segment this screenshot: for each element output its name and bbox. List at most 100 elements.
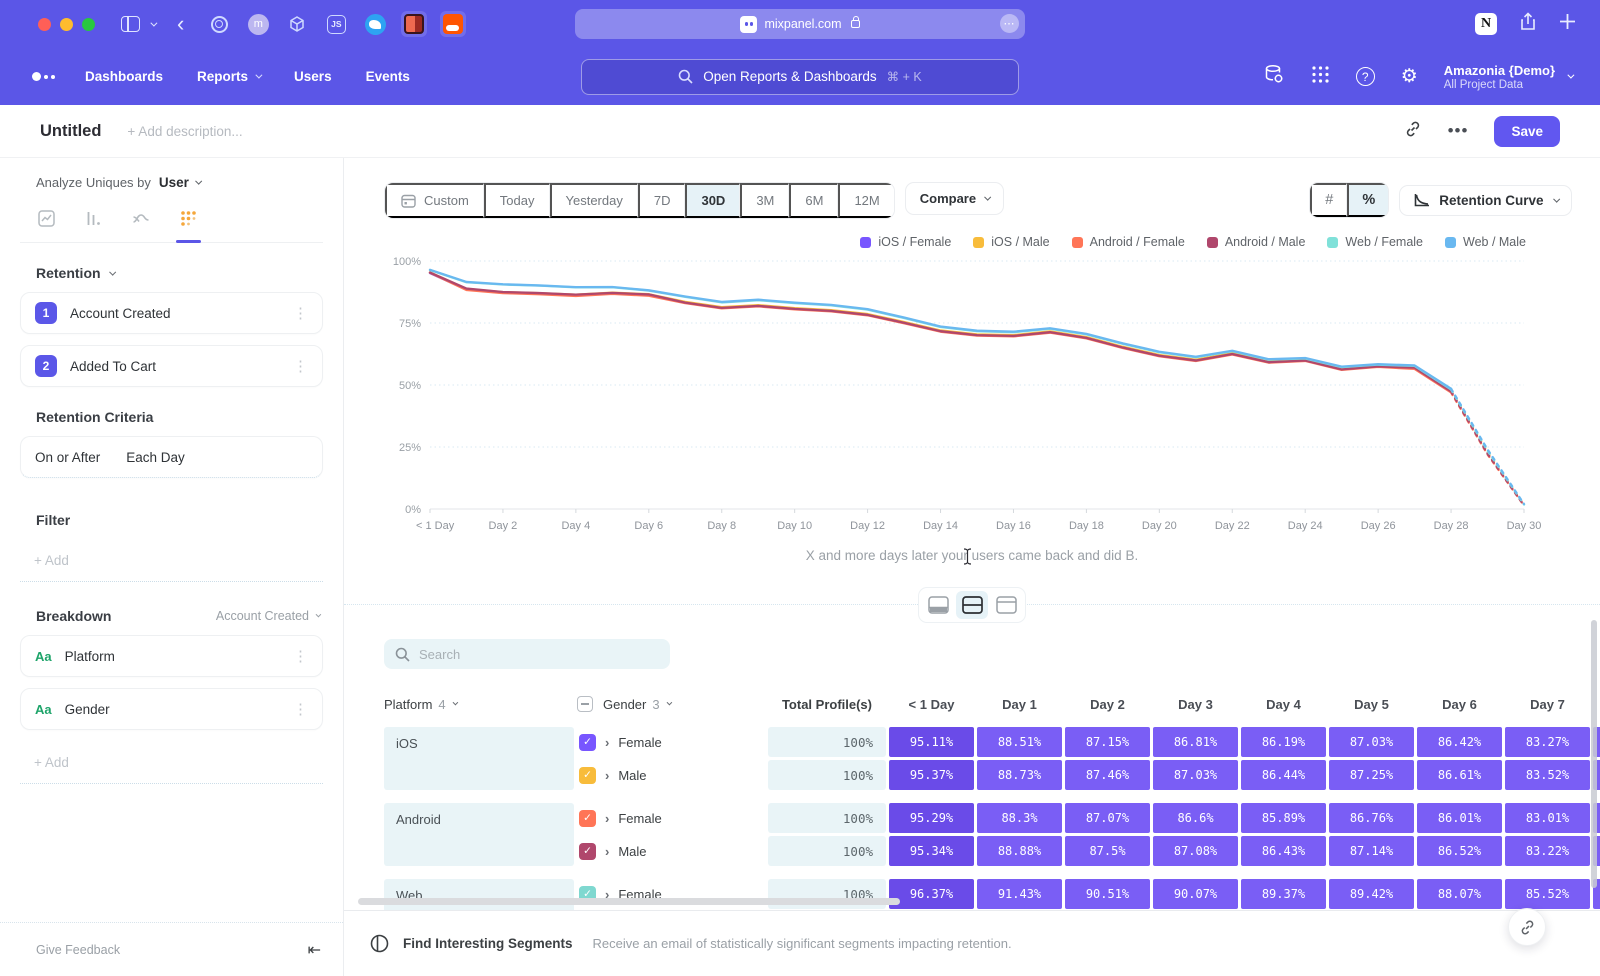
retention-value-cell[interactable]: 86.43% bbox=[1241, 836, 1326, 866]
legend-item[interactable]: iOS / Female bbox=[860, 235, 951, 249]
retention-value-cell[interactable]: 87.25% bbox=[1329, 760, 1414, 790]
series-checkbox-checked[interactable]: ✓ bbox=[579, 767, 596, 784]
cube-extension-icon[interactable] bbox=[284, 11, 310, 37]
retention-value-cell[interactable]: 86.44% bbox=[1241, 760, 1326, 790]
retention-value-cell[interactable]: 91.43% bbox=[977, 879, 1062, 909]
retention-value-cell[interactable]: 90.07% bbox=[1153, 879, 1238, 909]
series-checkbox-checked[interactable]: ✓ bbox=[579, 734, 596, 751]
target-extension-icon[interactable] bbox=[206, 11, 232, 37]
chart-only-view-icon[interactable] bbox=[922, 591, 954, 619]
help-icon[interactable]: ? bbox=[1356, 67, 1375, 86]
retention-step-card[interactable]: 1Account Created⋮ bbox=[20, 292, 323, 334]
column-header-day[interactable]: Day 5 bbox=[1329, 697, 1414, 712]
retention-value-cell[interactable]: 87.03% bbox=[1329, 727, 1414, 757]
split-view-icon[interactable] bbox=[956, 591, 988, 619]
retention-value-cell[interactable]: 88.3% bbox=[977, 803, 1062, 833]
retention-criteria-card[interactable]: On or After Each Day bbox=[20, 436, 323, 478]
find-segments-title[interactable]: Find Interesting Segments bbox=[403, 936, 573, 951]
expand-row-icon[interactable]: › bbox=[605, 768, 609, 783]
window-controls[interactable] bbox=[38, 18, 95, 31]
expand-row-icon[interactable]: › bbox=[605, 844, 609, 859]
tab-funnels[interactable] bbox=[83, 202, 104, 242]
filter-add-button[interactable]: + Add bbox=[20, 540, 323, 582]
percent-values-toggle[interactable]: % bbox=[1347, 183, 1388, 217]
date-range-30d[interactable]: 30D bbox=[685, 183, 740, 218]
compare-button[interactable]: Compare bbox=[905, 182, 1004, 215]
retention-value-cell[interactable]: 83.22% bbox=[1505, 836, 1590, 866]
date-range-6m[interactable]: 6M bbox=[789, 183, 838, 218]
data-management-icon[interactable] bbox=[1263, 63, 1285, 90]
expand-row-icon[interactable]: › bbox=[605, 811, 609, 826]
retention-value-cell[interactable]: 88.07% bbox=[1417, 879, 1502, 909]
gender-row-android-male[interactable]: ✓›Male bbox=[577, 836, 765, 866]
more-options-icon[interactable]: ••• bbox=[1448, 121, 1469, 141]
retention-value-cell[interactable]: 86.81% bbox=[1153, 727, 1238, 757]
legend-item[interactable]: Web / Male bbox=[1445, 235, 1526, 249]
retention-value-cell[interactable]: 86.52% bbox=[1417, 836, 1502, 866]
soundcloud-extension-icon[interactable] bbox=[440, 11, 466, 37]
retention-value-cell[interactable]: 87.5% bbox=[1065, 836, 1150, 866]
date-range-today[interactable]: Today bbox=[484, 183, 550, 218]
url-more-icon[interactable]: ⋯ bbox=[1000, 14, 1019, 33]
column-header-gender[interactable]: Gender3 bbox=[577, 696, 765, 712]
kebab-menu-icon[interactable]: ⋮ bbox=[293, 357, 308, 375]
nav-item-reports[interactable]: Reports bbox=[197, 69, 260, 84]
nav-item-events[interactable]: Events bbox=[366, 69, 410, 84]
bird-extension-icon[interactable] bbox=[362, 11, 388, 37]
global-search-button[interactable]: Open Reports & Dashboards ⌘ + K bbox=[581, 59, 1019, 95]
add-description-button[interactable]: + Add description... bbox=[127, 124, 242, 139]
nav-item-users[interactable]: Users bbox=[294, 69, 332, 84]
date-range-12m[interactable]: 12M bbox=[838, 183, 893, 218]
criteria-each-day[interactable]: Each Day bbox=[126, 450, 185, 465]
column-header-day[interactable]: Day 3 bbox=[1153, 697, 1238, 712]
js-extension-icon[interactable]: JS bbox=[323, 11, 349, 37]
settings-gear-icon[interactable]: ⚙ bbox=[1401, 67, 1418, 86]
retention-value-cell[interactable]: 88.51% bbox=[977, 727, 1062, 757]
legend-item[interactable]: Android / Male bbox=[1207, 235, 1306, 249]
column-header-day[interactable]: Day 2 bbox=[1065, 697, 1150, 712]
back-icon[interactable]: ‹ bbox=[177, 13, 184, 35]
chart-type-dropdown[interactable]: Retention Curve bbox=[1399, 185, 1572, 216]
share-link-button[interactable] bbox=[1508, 908, 1546, 946]
breakdown-add-button[interactable]: + Add bbox=[20, 742, 323, 784]
retention-value-cell[interactable]: 86.76% bbox=[1329, 803, 1414, 833]
retention-value-cell[interactable]: 90.51% bbox=[1065, 879, 1150, 909]
tab-retention[interactable] bbox=[178, 202, 199, 242]
analyze-entity-dropdown[interactable]: User bbox=[159, 175, 189, 190]
column-header-day[interactable]: Day 1 bbox=[977, 697, 1062, 712]
retention-value-cell[interactable]: 83.27% bbox=[1505, 727, 1590, 757]
retention-value-cell[interactable]: 87.14% bbox=[1329, 836, 1414, 866]
horizontal-scrollbar[interactable] bbox=[358, 898, 900, 905]
platform-cell[interactable]: iOS bbox=[384, 727, 574, 790]
red-extension-icon[interactable] bbox=[401, 11, 427, 37]
retention-value-cell[interactable]: 87.46% bbox=[1065, 760, 1150, 790]
retention-value-cell[interactable]: 96.37% bbox=[889, 879, 974, 909]
vertical-scrollbar[interactable] bbox=[1591, 620, 1597, 888]
column-header-day[interactable]: Day 6 bbox=[1417, 697, 1502, 712]
retention-value-cell[interactable]: 95.34% bbox=[889, 836, 974, 866]
table-only-view-icon[interactable] bbox=[990, 591, 1022, 619]
retention-value-cell[interactable]: 87.15% bbox=[1065, 727, 1150, 757]
column-header-day[interactable]: Day 7 bbox=[1505, 697, 1590, 712]
table-search-input[interactable] bbox=[419, 647, 639, 662]
nav-item-dashboards[interactable]: Dashboards bbox=[85, 69, 163, 84]
collapse-sidebar-icon[interactable]: ⇤ bbox=[308, 940, 321, 960]
retention-value-cell[interactable]: 87.03% bbox=[1153, 760, 1238, 790]
platform-cell[interactable]: Android bbox=[384, 803, 574, 866]
date-range-yesterday[interactable]: Yesterday bbox=[550, 183, 638, 218]
breakdown-scope-dropdown[interactable]: Account Created bbox=[216, 609, 319, 623]
gender-row-android-female[interactable]: ✓›Female bbox=[577, 803, 765, 833]
criteria-on-or-after[interactable]: On or After bbox=[35, 450, 100, 465]
save-button[interactable]: Save bbox=[1494, 116, 1560, 147]
retention-value-cell[interactable]: 83.52% bbox=[1505, 760, 1590, 790]
retention-value-cell[interactable]: 85.52% bbox=[1505, 879, 1590, 909]
project-switcher[interactable]: Amazonia {Demo} All Project Data bbox=[1444, 63, 1572, 91]
kebab-menu-icon[interactable]: ⋮ bbox=[293, 304, 308, 322]
tab-flows[interactable] bbox=[130, 202, 152, 242]
retention-value-cell[interactable]: 89.42% bbox=[1329, 879, 1414, 909]
tab-insights[interactable] bbox=[36, 202, 57, 242]
retention-value-cell[interactable]: 95.37% bbox=[889, 760, 974, 790]
url-bar[interactable]: mixpanel.com ⋯ bbox=[575, 9, 1025, 39]
legend-item[interactable]: Android / Female bbox=[1072, 235, 1185, 249]
give-feedback-link[interactable]: Give Feedback bbox=[36, 943, 120, 957]
